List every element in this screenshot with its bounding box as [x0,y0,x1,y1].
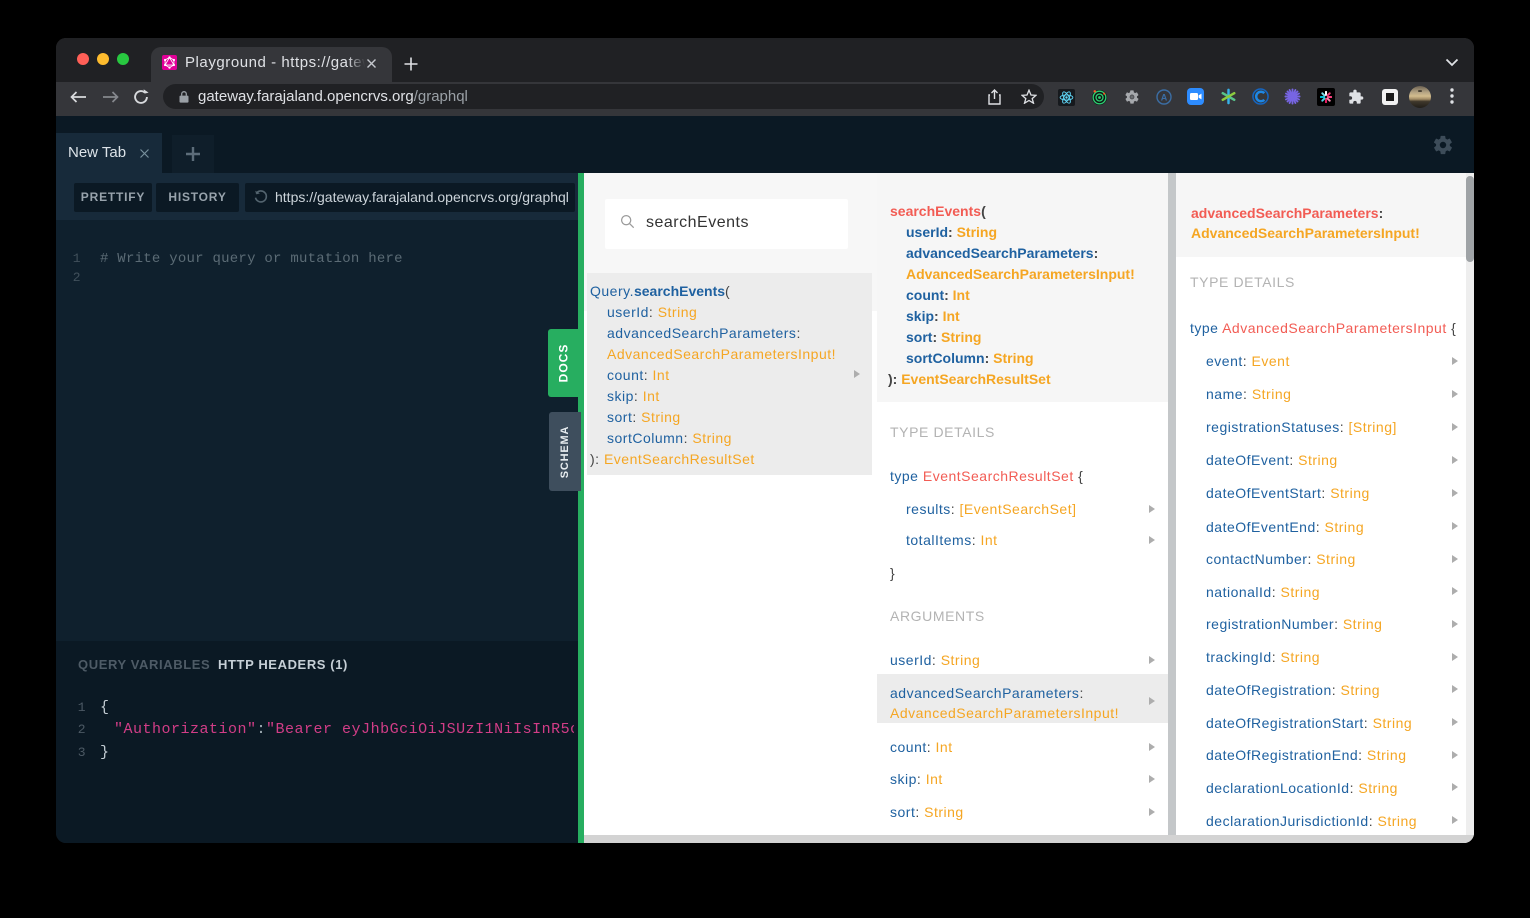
svg-text:A: A [1161,92,1168,102]
